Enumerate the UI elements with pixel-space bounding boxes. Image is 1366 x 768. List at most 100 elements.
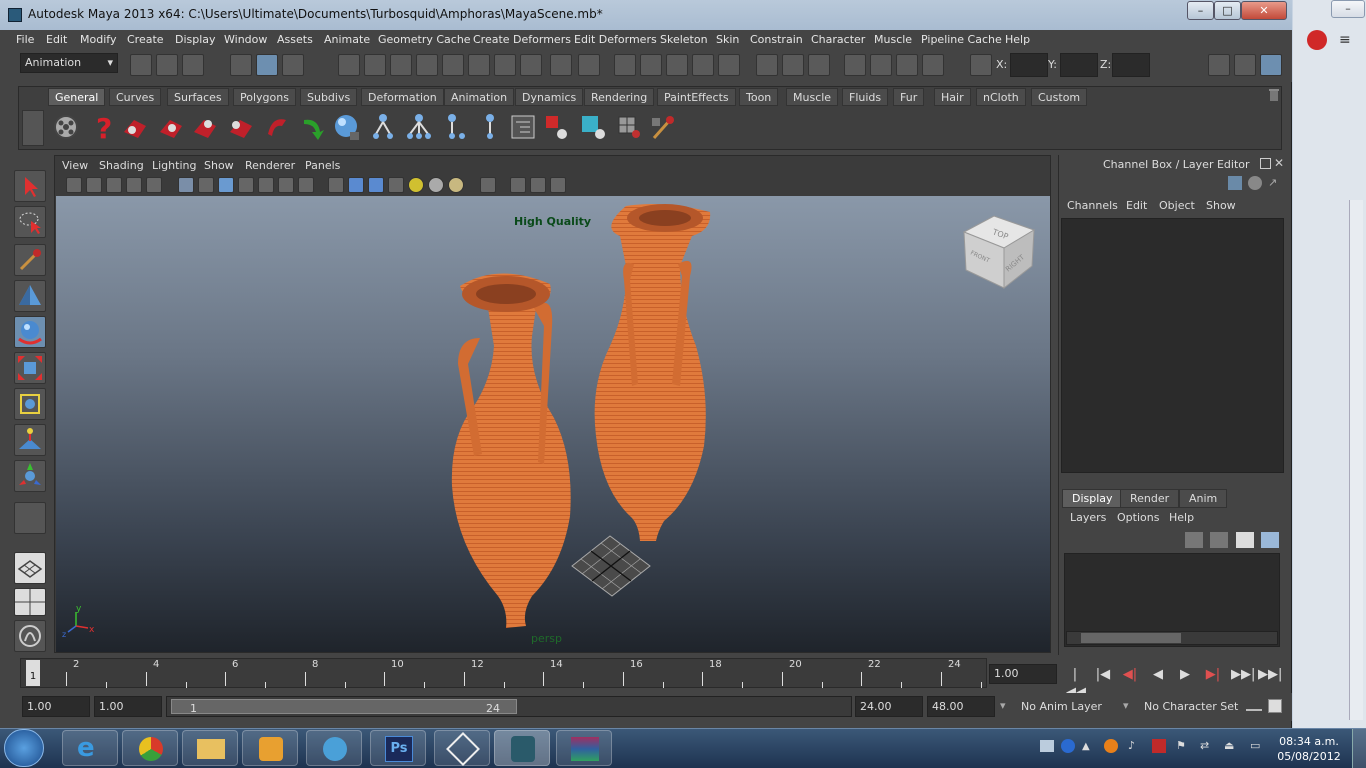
anim-layer-dropdown[interactable]: No Anim Layer [1016, 696, 1118, 717]
step-back-frame-icon[interactable]: ◀| [1121, 666, 1139, 684]
scale-tool-icon[interactable] [14, 352, 46, 384]
shelf-tab-hair[interactable]: Hair [934, 88, 971, 106]
move-layer-up-icon[interactable] [1185, 532, 1203, 548]
snap-view-plane-icon[interactable] [416, 54, 438, 76]
panel-menu-view[interactable]: View [62, 159, 88, 172]
show-modeling-toolkit-icon[interactable] [1208, 54, 1230, 76]
image-plane-icon[interactable] [126, 177, 142, 193]
play-forwards-icon[interactable]: ▶ [1176, 666, 1194, 684]
layer-menu-options[interactable]: Options [1117, 511, 1159, 524]
construction-history-icon[interactable] [468, 54, 490, 76]
playback-end-field[interactable]: 24.00 [855, 696, 923, 717]
layer-tab-anim[interactable]: Anim [1179, 489, 1228, 508]
single-perspective-layout-icon[interactable] [14, 552, 46, 584]
film-gate-icon[interactable] [146, 177, 162, 193]
xray-joints-icon[interactable] [510, 177, 526, 193]
shelf-tab-fur[interactable]: Fur [893, 88, 925, 106]
rotate-tool-icon[interactable] [14, 316, 46, 348]
animation-rig-3-icon[interactable] [190, 112, 220, 142]
shelf-tab-fluids[interactable]: Fluids [842, 88, 889, 106]
current-time-field[interactable]: 1.00 [989, 664, 1057, 684]
network-icon[interactable]: ⇄ [1200, 739, 1209, 752]
menu-pipeline-cache[interactable]: Pipeline Cache [921, 33, 1002, 46]
sphere-icon[interactable] [332, 112, 362, 142]
soft-modification-tool-icon[interactable] [14, 424, 46, 456]
joint-hierarchy-2-icon[interactable] [404, 112, 434, 142]
shelf-tab-surfaces[interactable]: Surfaces [167, 88, 229, 106]
layer-menu-layers[interactable]: Layers [1070, 511, 1106, 524]
bounding-box-icon[interactable] [328, 177, 344, 193]
menu-set-dropdown[interactable]: Animation ▾ [20, 53, 118, 73]
maximize-button[interactable]: □ [1214, 1, 1241, 20]
deformer-cube-red-icon[interactable] [542, 112, 572, 142]
xray-components-icon[interactable] [530, 177, 546, 193]
step-back-key-icon[interactable]: |◀ [1094, 666, 1112, 684]
trash-icon[interactable] [1268, 88, 1280, 102]
show-desktop-button[interactable] [1352, 729, 1366, 768]
new-layer-selected-icon[interactable] [1261, 532, 1279, 548]
isolate-select-icon[interactable] [480, 177, 496, 193]
question-mark-icon[interactable]: ? [88, 112, 118, 142]
layer-tab-render[interactable]: Render [1120, 489, 1180, 508]
cb-menu-channels[interactable]: Channels [1067, 199, 1118, 212]
close-panel-icon[interactable]: ✕ [1274, 156, 1284, 170]
attribute-editor-icon[interactable] [808, 54, 830, 76]
panel-menu-show[interactable]: Show [204, 159, 234, 172]
playback-start-field[interactable]: 1.00 [94, 696, 162, 717]
cb-menu-edit[interactable]: Edit [1126, 199, 1147, 212]
default-lighting-icon[interactable] [348, 177, 364, 193]
layer-list-scrollbar[interactable] [1066, 631, 1278, 645]
ipr-render-icon[interactable] [640, 54, 662, 76]
bookmarks-icon[interactable] [106, 177, 122, 193]
character-set-dropdown[interactable]: No Character Set [1139, 696, 1241, 717]
avast-tray-icon[interactable] [1104, 739, 1118, 753]
render-current-frame-icon[interactable] [614, 54, 636, 76]
keyboard-tray-icon[interactable] [1040, 740, 1054, 752]
paint-select-tool-icon[interactable] [14, 244, 46, 276]
current-time-marker[interactable]: 1 [26, 660, 40, 686]
lock-icon[interactable] [550, 54, 572, 76]
volume-icon[interactable]: ♪ [1128, 739, 1135, 752]
go-to-end-icon[interactable]: ▶▶| [1258, 666, 1282, 684]
light-icon[interactable] [408, 177, 424, 193]
taskbar-maya[interactable] [494, 730, 550, 766]
adobe-tray-icon[interactable] [1152, 739, 1166, 753]
save-scene-icon[interactable] [182, 54, 204, 76]
panel-menu-renderer[interactable]: Renderer [245, 159, 295, 172]
new-empty-layer-icon[interactable] [1236, 532, 1254, 548]
anim-layer-chevron-icon[interactable]: ▾ [1000, 699, 1006, 712]
menu-character[interactable]: Character [811, 33, 865, 46]
hypershade-icon[interactable] [692, 54, 714, 76]
menu-modify[interactable]: Modify [80, 33, 116, 46]
red-arrow-icon[interactable] [262, 112, 292, 142]
close-button[interactable]: ✕ [1241, 1, 1287, 20]
ambient-occlusion-icon[interactable] [428, 177, 444, 193]
auto-key-icon[interactable] [1246, 701, 1262, 711]
menu-muscle[interactable]: Muscle [874, 33, 912, 46]
menu-constrain[interactable]: Constrain [750, 33, 803, 46]
show-attribute-editor-icon[interactable] [1234, 54, 1256, 76]
browser-minimize-button[interactable]: – [1331, 0, 1365, 18]
move-tool-icon[interactable] [14, 280, 46, 312]
menu-geometry-cache[interactable]: Geometry Cache [378, 33, 471, 46]
snap-curve-icon[interactable] [364, 54, 386, 76]
snap-point-icon[interactable] [390, 54, 412, 76]
shelf-tab-curves[interactable]: Curves [109, 88, 162, 106]
lattice-cube-icon[interactable] [614, 112, 644, 142]
taskbar-unity[interactable] [434, 730, 490, 766]
wrench-icon[interactable]: ≡ [1339, 32, 1355, 48]
camera-visibility-icon[interactable] [550, 177, 566, 193]
move-layer-down-icon[interactable] [1210, 532, 1228, 548]
range-slider-handle[interactable]: 1 24 [171, 699, 517, 715]
render-settings-icon[interactable] [666, 54, 688, 76]
panel-menu-lighting[interactable]: Lighting [152, 159, 196, 172]
grid-icon[interactable] [198, 177, 214, 193]
go-to-start-icon[interactable]: |◀◀ [1066, 666, 1086, 700]
select-camera-icon[interactable] [66, 177, 82, 193]
start-button[interactable] [4, 729, 44, 767]
wireframe-icon[interactable] [178, 177, 194, 193]
flat-shade-icon[interactable] [238, 177, 254, 193]
wireframe-on-shaded-icon[interactable] [258, 177, 274, 193]
shelf-tab-subdivs[interactable]: Subdivs [300, 88, 358, 106]
taskbar-internet-explorer[interactable]: e [62, 730, 118, 766]
